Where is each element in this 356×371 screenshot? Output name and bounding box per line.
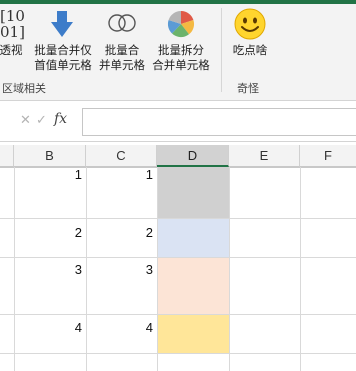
merge-keep-first-label-1: 批量合并仅 [34, 45, 92, 57]
arrow-down-icon [51, 11, 73, 37]
column-header-f[interactable]: F [300, 145, 356, 167]
what-to-eat-label: 吃点啥 [232, 45, 268, 57]
gridline-v-c [157, 167, 158, 371]
cell-d-row4-fill[interactable] [157, 315, 229, 353]
what-to-eat-button[interactable]: 吃点啥 [226, 6, 274, 76]
batch-split-label-1: 批量拆分 [158, 45, 204, 57]
transpose-button-label: 透视 [0, 45, 23, 57]
gridline-h-3 [0, 314, 356, 315]
cell-b-row1[interactable]: 1 [14, 167, 82, 182]
cell-b-row4[interactable]: 4 [14, 320, 82, 335]
gridline-v-e [300, 167, 301, 371]
transpose-button[interactable]: [10 01] 透视 [0, 6, 30, 76]
cell-d-row2-fill[interactable] [157, 219, 229, 257]
column-header-e[interactable]: E [229, 145, 300, 167]
batch-merge-button[interactable]: 批量合 并单元格 [96, 6, 148, 76]
column-header-d[interactable]: D [157, 145, 229, 167]
batch-merge-label-2: 并单元格 [99, 60, 145, 72]
group-label-range: 区域相关 [2, 83, 46, 95]
matrix-row-1: [10 [0, 7, 25, 25]
formula-input[interactable] [82, 108, 356, 136]
cell-c-row4[interactable]: 4 [86, 320, 153, 335]
smiley-icon [234, 8, 266, 40]
column-header-c[interactable]: C [86, 145, 157, 167]
merge-keep-first-label-2: 首值单元格 [34, 60, 92, 72]
formula-bar-buttons: ✕ ✓ fx [0, 108, 80, 134]
insert-function-icon[interactable]: fx [54, 111, 67, 127]
gridline-h-1 [0, 218, 356, 219]
cell-d-row3-fill[interactable] [157, 258, 229, 314]
matrix-row-2: 01] [0, 23, 25, 41]
matrix-transpose-icon: [10 01] [0, 8, 26, 42]
cell-c-row2[interactable]: 2 [86, 225, 153, 240]
batch-merge-label-1: 批量合 [104, 45, 140, 57]
gridline-h-2 [0, 257, 356, 258]
enter-icon[interactable]: ✓ [36, 112, 47, 128]
merge-keep-first-button[interactable]: 批量合并仅 首值单元格 [30, 6, 96, 76]
column-header-stub[interactable] [0, 145, 14, 167]
cell-b-row3[interactable]: 3 [14, 262, 82, 277]
pie-split-icon [167, 10, 195, 38]
cell-d-row1-fill[interactable] [157, 167, 229, 218]
batch-split-label-2: 合并单元格 [152, 60, 210, 72]
cancel-icon[interactable]: ✕ [20, 112, 31, 128]
cell-c-row3[interactable]: 3 [86, 262, 153, 277]
gridline-v-d [229, 167, 230, 371]
gridline-h-4 [0, 353, 356, 354]
cell-c-row1[interactable]: 1 [86, 167, 153, 182]
merge-circles-icon [108, 14, 136, 32]
batch-split-button[interactable]: 批量拆分 合并单元格 [148, 6, 214, 76]
cell-b-row2[interactable]: 2 [14, 225, 82, 240]
column-header-b[interactable]: B [14, 145, 86, 167]
ribbon-group-separator [221, 8, 222, 92]
group-label-fun: 奇怪 [237, 83, 259, 95]
